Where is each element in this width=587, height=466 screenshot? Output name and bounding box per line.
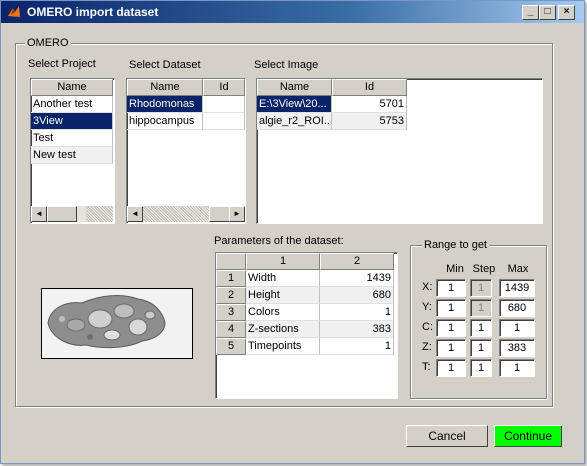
params-row-header[interactable]: 2 <box>216 287 246 304</box>
range-x-label: X: <box>422 281 433 293</box>
dataset-row-selected[interactable]: Rhodomonas <box>127 96 203 113</box>
params-row-header[interactable]: 4 <box>216 321 246 338</box>
project-hscrollbar[interactable]: ◄ <box>31 206 113 222</box>
params-cell-value[interactable]: 1 <box>320 304 394 321</box>
select-project-label: Select Project <box>28 58 96 70</box>
maximize-button[interactable]: □ <box>539 5 556 20</box>
scroll-track-pattern <box>143 206 209 222</box>
params-cell-value[interactable]: 1 <box>320 338 394 355</box>
scroll-left-icon[interactable]: ◄ <box>31 206 47 222</box>
range-t-label: T: <box>422 361 431 373</box>
params-cell-name[interactable]: Z-sections <box>246 321 320 338</box>
dialog-window: OMERO import dataset _ □ × OMERO Select … <box>0 0 585 464</box>
image-preview <box>41 288 193 359</box>
range-y-max-input[interactable]: 680 <box>499 299 535 317</box>
scroll-track-pattern <box>86 206 113 222</box>
matlab-icon <box>8 6 20 17</box>
image-row-id[interactable]: 5753 <box>332 113 407 130</box>
project-row[interactable]: New test <box>31 147 113 164</box>
image-row-id[interactable]: 5701 <box>332 96 407 113</box>
dataset-row[interactable]: hippocampus <box>127 113 203 130</box>
scroll-right-icon[interactable]: ► <box>229 206 245 222</box>
window-title: OMERO import dataset <box>27 5 159 19</box>
project-row[interactable]: Another test <box>31 96 113 113</box>
params-row-header[interactable]: 5 <box>216 338 246 355</box>
range-c-min-input[interactable]: 1 <box>436 319 466 337</box>
range-z-label: Z: <box>422 341 432 353</box>
image-table[interactable]: Name Id E:\3View\20... 5701 algie_r2_ROI… <box>256 78 543 224</box>
range-t-step-input[interactable]: 1 <box>470 359 492 377</box>
range-x-max-input[interactable]: 1439 <box>499 279 535 297</box>
range-y-step-input: 1 <box>470 299 492 317</box>
range-y-min-input[interactable]: 1 <box>436 299 466 317</box>
project-row-selected[interactable]: 3View <box>31 113 113 130</box>
scroll-thumb[interactable] <box>209 206 231 222</box>
title-bar[interactable]: OMERO import dataset _ □ × <box>1 1 584 23</box>
range-t-min-input[interactable]: 1 <box>436 359 466 377</box>
params-cell-value[interactable]: 1439 <box>320 270 394 287</box>
select-dataset-label: Select Dataset <box>129 59 201 71</box>
params-cell-name[interactable]: Height <box>246 287 320 304</box>
select-image-label: Select Image <box>254 59 319 71</box>
omero-group-label: OMERO <box>25 37 71 50</box>
range-x-step-input: 1 <box>470 279 492 297</box>
range-z-step-input[interactable]: 1 <box>470 339 492 357</box>
close-button[interactable]: × <box>558 5 575 20</box>
params-label: Parameters of the dataset: <box>214 235 344 247</box>
dataset-table[interactable]: Name Id Rhodomonas hippocampus ◄ ► <box>126 78 246 224</box>
range-z-min-input[interactable]: 1 <box>436 339 466 357</box>
scroll-left-icon[interactable]: ◄ <box>127 206 143 222</box>
params-col2-header[interactable]: 2 <box>320 253 394 270</box>
range-c-max-input[interactable]: 1 <box>499 319 535 337</box>
range-y-label: Y: <box>422 301 432 313</box>
project-row[interactable]: Test <box>31 130 113 147</box>
params-cell-value[interactable]: 383 <box>320 321 394 338</box>
range-group-label: Range to get <box>422 239 489 252</box>
params-cell-value[interactable]: 680 <box>320 287 394 304</box>
range-t-max-input[interactable]: 1 <box>499 359 535 377</box>
range-step-header: Step <box>472 263 496 275</box>
range-z-max-input[interactable]: 383 <box>499 339 535 357</box>
params-cell-name[interactable]: Width <box>246 270 320 287</box>
scroll-thumb[interactable] <box>47 206 77 222</box>
continue-button[interactable]: Continue <box>494 425 562 447</box>
params-table[interactable]: 1 2 1 Width 1439 2 Height 680 3 Colors 1… <box>215 252 398 399</box>
cell-thumbnail-graphic <box>47 295 166 349</box>
dataset-id-cell[interactable] <box>203 113 245 130</box>
image-name-header[interactable]: Name <box>257 79 332 96</box>
image-row-selected-name[interactable]: E:\3View\20... <box>257 96 332 113</box>
dataset-hscrollbar[interactable]: ◄ ► <box>127 206 245 222</box>
minimize-button[interactable]: _ <box>522 5 539 20</box>
dataset-id-cell[interactable] <box>203 96 245 113</box>
range-x-min-input[interactable]: 1 <box>436 279 466 297</box>
params-col1-header[interactable]: 1 <box>246 253 320 270</box>
params-row-header[interactable]: 3 <box>216 304 246 321</box>
dataset-id-header[interactable]: Id <box>203 79 245 96</box>
image-id-header[interactable]: Id <box>332 79 407 96</box>
params-row-header[interactable]: 1 <box>216 270 246 287</box>
range-max-header: Max <box>507 263 529 275</box>
project-table[interactable]: Name Another test 3View Test New test ◄ <box>30 78 115 224</box>
params-cell-name[interactable]: Timepoints <box>246 338 320 355</box>
range-min-header: Min <box>446 263 464 275</box>
params-corner-header <box>216 253 246 270</box>
dataset-name-header[interactable]: Name <box>127 79 203 96</box>
image-row-name[interactable]: algie_r2_ROI... <box>257 113 332 130</box>
project-name-header[interactable]: Name <box>31 79 113 96</box>
cancel-button[interactable]: Cancel <box>406 425 488 447</box>
range-c-step-input[interactable]: 1 <box>470 319 492 337</box>
range-c-label: C: <box>422 321 433 333</box>
params-cell-name[interactable]: Colors <box>246 304 320 321</box>
